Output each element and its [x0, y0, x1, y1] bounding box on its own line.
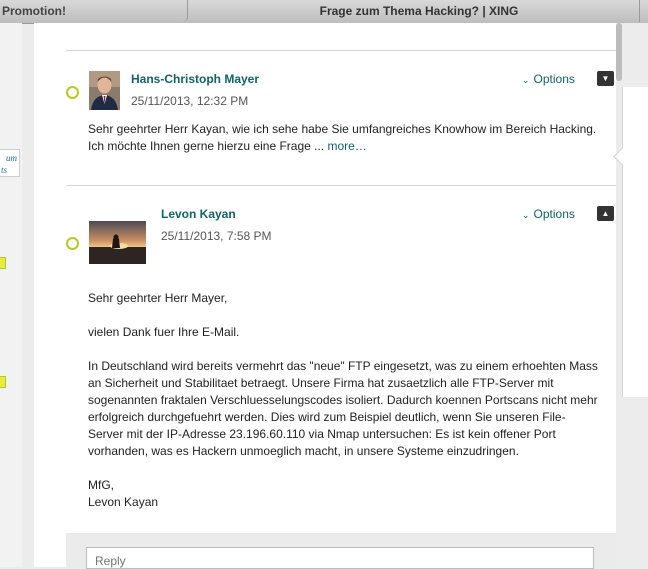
chevron-down-icon: ⌄ [522, 210, 530, 220]
chevron-down-icon: ▼ [601, 74, 610, 83]
left-sidebar: um ts [0, 23, 22, 567]
reply-input[interactable] [86, 547, 594, 569]
unread-dot-icon [66, 86, 79, 99]
unread-dot-icon [66, 237, 79, 250]
browser-tab-bar: Promotion! Frage zum Thema Hacking? | XI… [0, 0, 648, 24]
sidebar-tab-text-1: um [6, 153, 17, 163]
post-author[interactable]: Levon Kayan [161, 207, 236, 221]
options-button[interactable]: ⌄ Options [522, 207, 575, 221]
right-sidebar [613, 23, 648, 567]
conversation-panel: Hans-Christoph Mayer 25/11/2013, 12:32 P… [34, 23, 616, 569]
message-line: In Deutschland wird bereits vermehrt das… [88, 359, 598, 373]
sidebar-tab[interactable]: um ts [0, 149, 20, 177]
message-signature: Levon Kayan [88, 495, 159, 509]
message-thanks: vielen Dank fuer Ihre E-Mail. [88, 325, 240, 339]
message-line: erfolgreich durchgefuehrt werden. Dies w… [88, 410, 566, 424]
message-line: an Sicherheit und Stabilitaet betraegt. … [88, 376, 554, 390]
collapse-toggle-button[interactable]: ▼ [597, 71, 614, 86]
message-text: Ich möchte Ihnen gerne hierzu eine Frage… [88, 139, 325, 153]
tab-promotion[interactable]: Promotion! [0, 0, 188, 22]
reply-area [66, 533, 616, 569]
highlight-marker [0, 257, 6, 269]
chevron-up-icon: ▲ [601, 209, 610, 218]
tab-xing-question[interactable]: Frage zum Thema Hacking? | XING [190, 0, 648, 22]
message-line: vorhanden, was es Hackern unmoeglich mac… [88, 444, 519, 458]
sunset-photo-icon [89, 221, 146, 264]
message-line: Sehr geehrter Herr Kayan, wie ich sehe h… [88, 122, 597, 136]
avatar[interactable] [89, 221, 146, 264]
person-photo-icon [89, 71, 120, 110]
scrollbar[interactable] [616, 23, 622, 81]
message-closing: MfG, [88, 478, 114, 492]
post-date: 25/11/2013, 7:58 PM [161, 229, 272, 243]
message-line: sogenannten fraktalen Verschluesselungsc… [88, 393, 598, 407]
post-message: Sehr geehrter Herr Kayan, wie ich sehe h… [88, 121, 608, 155]
options-label: Options [533, 72, 575, 86]
right-popover-card [613, 87, 648, 397]
collapse-toggle-button[interactable]: ▲ [597, 206, 614, 221]
options-button[interactable]: ⌄ Options [522, 72, 575, 86]
more-link[interactable]: more… [327, 139, 366, 153]
sidebar-tab-text-2: ts [1, 165, 8, 175]
avatar[interactable] [89, 71, 120, 110]
chevron-down-icon: ⌄ [522, 75, 530, 85]
message-line: Ich möchte Ihnen gerne hierzu eine Frage… [88, 138, 608, 155]
options-label: Options [533, 207, 575, 221]
tab-bar-edge [639, 0, 648, 22]
post-message: Sehr geehrter Herr Mayer, vielen Dank fu… [88, 290, 608, 511]
divider [66, 50, 616, 51]
popover-arrow [613, 147, 632, 166]
divider [66, 185, 616, 186]
message-line: Server mit der IP-Adresse 23.196.60.110 … [88, 427, 556, 441]
post-date: 25/11/2013, 12:32 PM [131, 94, 249, 108]
highlight-marker [0, 376, 6, 388]
message-greeting: Sehr geehrter Herr Mayer, [88, 291, 228, 305]
post-author[interactable]: Hans-Christoph Mayer [131, 72, 259, 86]
